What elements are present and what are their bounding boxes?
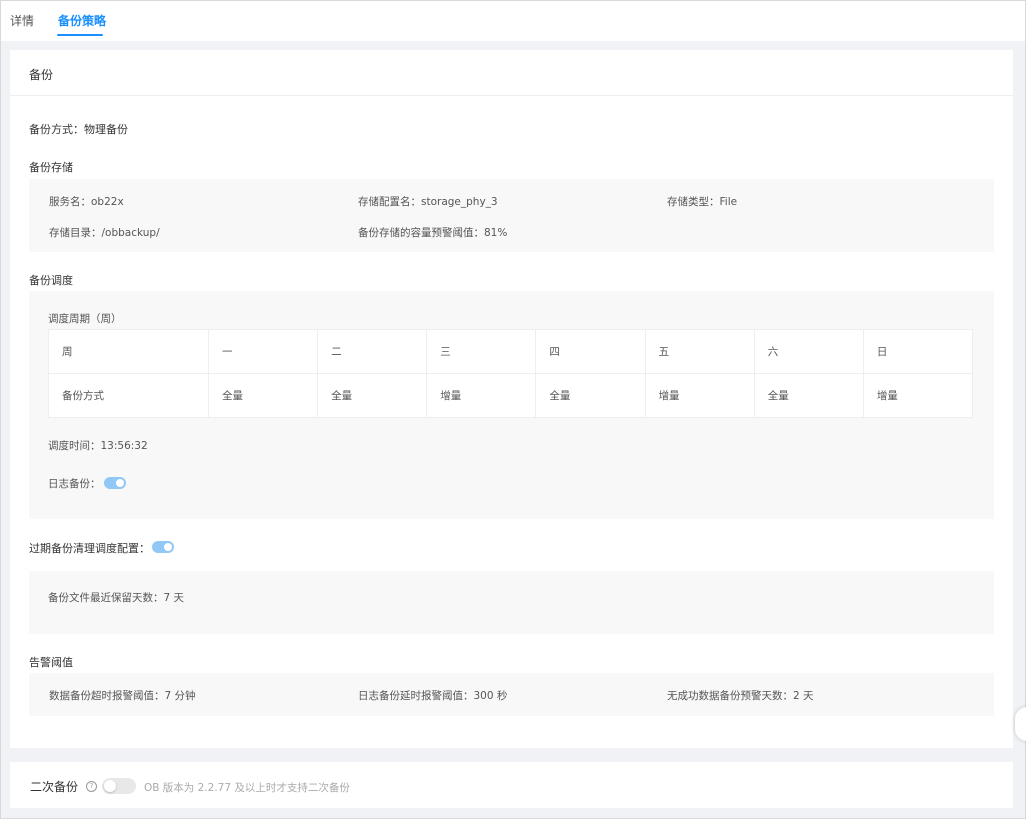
alarm-data-timeout: 数据备份超时报警阈值：7 分钟 (49, 690, 196, 702)
table-cell: 全量 (753, 373, 864, 418)
storage-panel: 服务名：ob22x 存储配置名：storage_phy_3 存储类型：File … (29, 179, 994, 252)
cleanup-toggle[interactable] (152, 541, 174, 553)
table-cell: 四 (535, 329, 646, 374)
schedule-header-row: 周 一 二 三 四 五 六 日 (48, 329, 974, 374)
backup-card-title: 备份 (29, 68, 54, 82)
schedule-table: 周 一 二 三 四 五 六 日 备份方式 全量 全量 增量 全量 增量 全量 增… (48, 329, 974, 418)
active-tab-indicator (57, 34, 103, 36)
alarm-log-delay: 日志备份延时报警阈值：300 秒 (358, 690, 508, 702)
table-cell: 备份方式 (48, 373, 209, 418)
secondary-backup-toggle[interactable] (102, 778, 136, 794)
storage-threshold: 备份存储的容量预警阈值：81% (358, 227, 508, 239)
retention-days: 备份文件最近保留天数：7 天 (48, 592, 185, 604)
cleanup-label: 过期备份清理调度配置： (29, 542, 150, 555)
storage-config-name: 存储配置名：storage_phy_3 (358, 196, 498, 208)
schedule-time: 调度时间：13:56:32 (48, 440, 148, 452)
table-cell: 三 (426, 329, 537, 374)
schedule-heading: 备份调度 (29, 274, 73, 287)
table-cell: 五 (644, 329, 755, 374)
tab-bar: 详情 备份策略 (1, 1, 1025, 41)
table-cell: 全量 (207, 373, 319, 418)
log-backup-label: 日志备份： (48, 478, 101, 490)
tab-backup-policy[interactable]: 备份策略 (58, 12, 106, 29)
backup-card: 备份 备份方式：物理备份 备份存储 服务名：ob22x 存储配置名：storag… (10, 50, 1013, 748)
storage-service-name: 服务名：ob22x (49, 196, 124, 208)
table-cell: 增量 (862, 373, 974, 418)
table-cell: 二 (317, 329, 428, 374)
schedule-method-row: 备份方式 全量 全量 增量 全量 增量 全量 增量 (48, 373, 974, 418)
storage-heading: 备份存储 (29, 161, 73, 174)
log-backup-toggle[interactable] (104, 477, 126, 489)
page-frame: 详情 备份策略 备份 备份方式：物理备份 备份存储 服务名：ob22x 存储配置… (0, 0, 1026, 819)
table-cell: 日 (862, 329, 974, 374)
backup-card-header: 备份 (10, 50, 1013, 96)
alarm-panel: 数据备份超时报警阈值：7 分钟 日志备份延时报警阈值：300 秒 无成功数据备份… (29, 673, 994, 716)
table-cell: 增量 (644, 373, 755, 418)
tab-details[interactable]: 详情 (10, 12, 34, 29)
cleanup-panel: 备份文件最近保留天数：7 天 (29, 571, 994, 634)
side-drawer-handle[interactable] (1015, 707, 1026, 741)
schedule-period-label: 调度周期（周） (48, 313, 122, 325)
table-cell: 六 (753, 329, 864, 374)
secondary-backup-note: OB 版本为 2.2.77 及以上时才支持二次备份 (144, 782, 350, 794)
secondary-backup-card: 二次备份 ? OB 版本为 2.2.77 及以上时才支持二次备份 (10, 762, 1013, 808)
storage-dir: 存储目录：/obbackup/ (49, 227, 160, 239)
backup-method: 备份方式：物理备份 (29, 123, 128, 136)
table-cell: 一 (207, 329, 319, 374)
table-cell: 全量 (535, 373, 646, 418)
table-cell: 周 (48, 329, 209, 374)
alarm-no-success-days: 无成功数据备份预警天数：2 天 (667, 690, 814, 702)
table-cell: 增量 (426, 373, 537, 418)
help-icon[interactable]: ? (86, 781, 97, 792)
alarm-heading: 告警阈值 (29, 656, 73, 669)
table-cell: 全量 (317, 373, 428, 418)
secondary-backup-title: 二次备份 (30, 780, 79, 794)
storage-type: 存储类型：File (667, 196, 738, 208)
